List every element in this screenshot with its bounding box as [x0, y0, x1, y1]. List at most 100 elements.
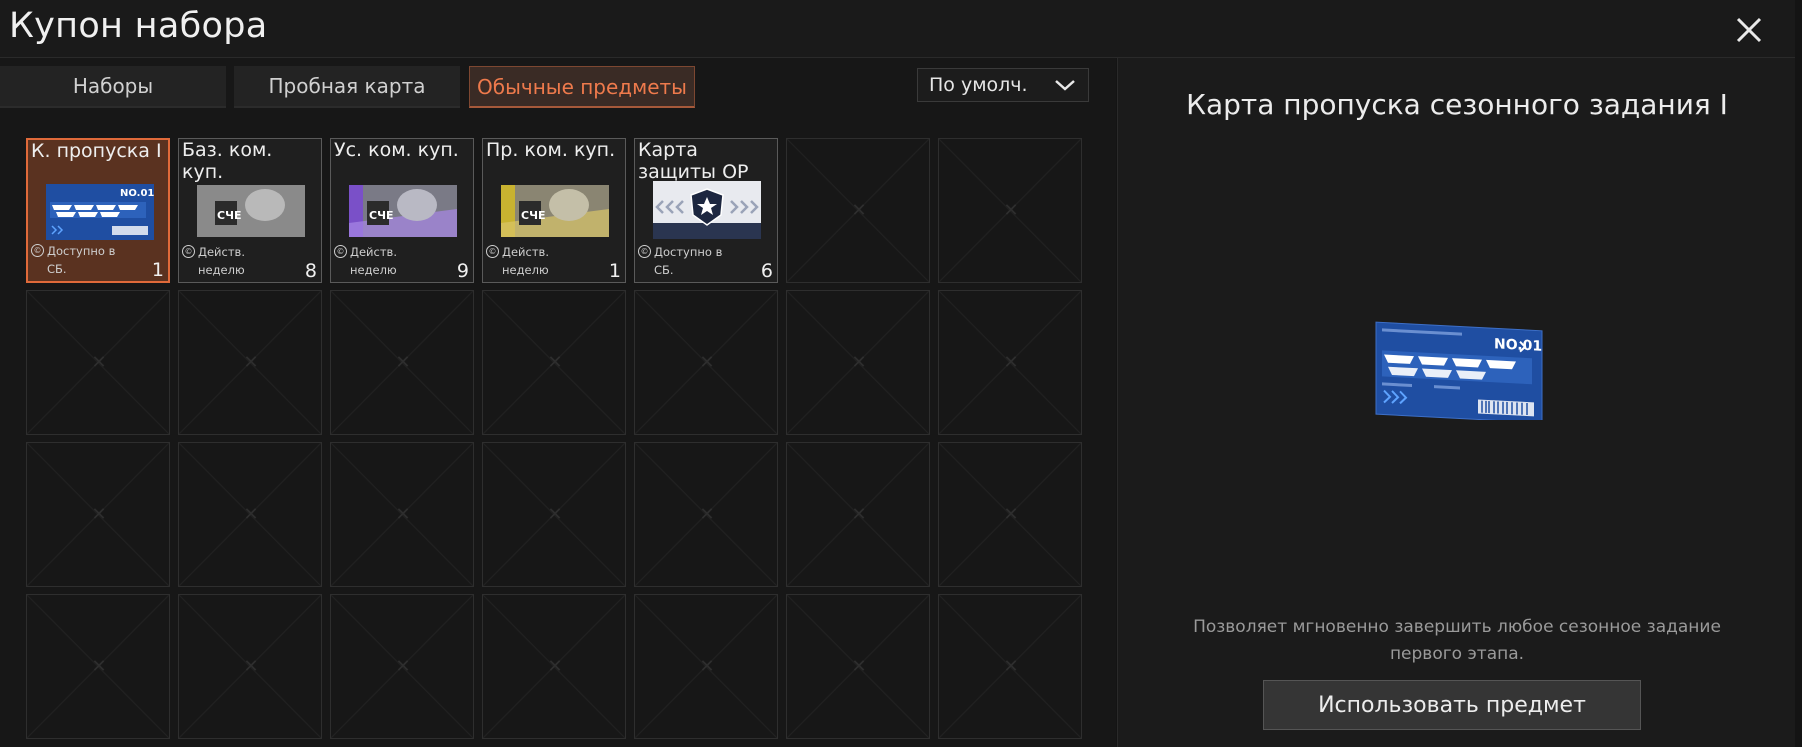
empty-slot: ✕: [178, 290, 322, 435]
empty-slot-icon: ✕: [851, 504, 867, 525]
close-icon: [1736, 17, 1762, 43]
empty-slot: ✕: [938, 594, 1082, 739]
item-count: 1: [151, 259, 164, 281]
item-status-text: Действ. неделю: [198, 245, 245, 277]
season-pass-card-icon: NO.01: [1375, 321, 1543, 420]
item-status-text: Доступно в СБ.: [47, 244, 116, 276]
svg-text:NO.01: NO.01: [1494, 336, 1542, 355]
empty-slot-icon: ✕: [243, 352, 259, 373]
svg-text:NO.01: NO.01: [120, 188, 154, 199]
empty-slot-icon: ✕: [851, 352, 867, 373]
use-item-button[interactable]: Использовать предмет: [1263, 680, 1641, 730]
item-name: Баз. ком. куп.: [182, 139, 273, 183]
empty-slot-icon: ✕: [91, 352, 107, 373]
empty-slot-icon: ✕: [91, 504, 107, 525]
empty-slot: ✕: [26, 442, 170, 587]
item-count: 6: [760, 260, 773, 282]
inventory-item[interactable]: К. пропуска I NO.01 © Доступно в СБ. 1: [26, 138, 170, 283]
page-title: Купон набора: [9, 6, 268, 46]
command-coupon-purple-icon: СЧЕ: [349, 185, 457, 237]
detail-description: Позволяет мгновенно завершить любое сезо…: [1193, 617, 1721, 664]
empty-slot-icon: ✕: [699, 352, 715, 373]
inventory-item[interactable]: Ус. ком. куп. СЧЕ © Действ. неделю 9: [330, 138, 474, 283]
empty-slot-icon: ✕: [547, 504, 563, 525]
item-count: 9: [456, 260, 469, 282]
empty-slot-icon: ✕: [1003, 200, 1019, 221]
tab-regular-items[interactable]: Обычные предметы: [469, 66, 695, 108]
empty-slot: ✕: [178, 442, 322, 587]
item-status-text: Действ. неделю: [350, 245, 397, 277]
empty-slot-icon: ✕: [699, 656, 715, 677]
empty-slot: ✕: [786, 138, 930, 283]
empty-slot: ✕: [482, 594, 626, 739]
empty-slot-icon: ✕: [243, 656, 259, 677]
empty-slot: ✕: [634, 594, 778, 739]
empty-slot-icon: ✕: [395, 656, 411, 677]
close-button[interactable]: [1729, 10, 1769, 50]
empty-slot-icon: ✕: [547, 656, 563, 677]
empty-slot-icon: ✕: [699, 504, 715, 525]
item-name: К. пропуска I: [31, 140, 162, 162]
item-status-text: Действ. неделю: [502, 245, 549, 277]
empty-slot: ✕: [938, 442, 1082, 587]
season-pass-card-icon: NO.01: [46, 184, 154, 240]
item-count: 1: [608, 260, 621, 282]
item-name: Ус. ком. куп.: [334, 139, 459, 161]
item-status: © Действ. неделю: [334, 243, 440, 279]
empty-slot: ✕: [26, 290, 170, 435]
empty-slot-icon: ✕: [1003, 504, 1019, 525]
empty-slot: ✕: [786, 290, 930, 435]
item-name: Карта защиты ОР: [638, 139, 749, 183]
item-count: 8: [304, 260, 317, 282]
inventory-item[interactable]: Карта защиты ОР © Доступно в СБ. 6: [634, 138, 778, 283]
empty-slot-icon: ✕: [91, 656, 107, 677]
clock-icon: ©: [31, 244, 44, 257]
empty-slot-icon: ✕: [851, 656, 867, 677]
empty-slot: ✕: [330, 594, 474, 739]
clock-icon: ©: [182, 245, 195, 258]
tab-trial-card[interactable]: Пробная карта: [234, 66, 460, 108]
empty-slot-icon: ✕: [547, 352, 563, 373]
item-status: © Доступно в СБ.: [31, 242, 137, 278]
empty-slot: ✕: [786, 442, 930, 587]
empty-slot: ✕: [482, 290, 626, 435]
empty-slot: ✕: [330, 442, 474, 587]
item-status-text: Доступно в СБ.: [654, 245, 723, 277]
clock-icon: ©: [486, 245, 499, 258]
empty-slot: ✕: [26, 594, 170, 739]
empty-slot: ✕: [178, 594, 322, 739]
inventory-panel: Наборы Пробная карта Обычные предметы По…: [0, 58, 1116, 747]
inventory-item[interactable]: Пр. ком. куп. СЧЕ © Действ. неделю 1: [482, 138, 626, 283]
clock-icon: ©: [638, 245, 651, 258]
empty-slot-icon: ✕: [1003, 656, 1019, 677]
empty-slot: ✕: [634, 442, 778, 587]
svg-text:СЧЕ: СЧЕ: [217, 209, 241, 222]
sort-dropdown[interactable]: По умолч.: [917, 68, 1089, 102]
item-grid: К. пропуска I NO.01 © Доступно в СБ. 1 Баз. к…: [0, 138, 1116, 747]
svg-text:СЧЕ: СЧЕ: [521, 209, 545, 222]
empty-slot: ✕: [938, 138, 1082, 283]
empty-slot-icon: ✕: [395, 504, 411, 525]
command-coupon-gold-icon: СЧЕ: [501, 185, 609, 237]
detail-title: Карта пропуска сезонного задания I: [1186, 88, 1728, 121]
command-coupon-grey-icon: СЧЕ: [197, 185, 305, 237]
empty-slot-icon: ✕: [851, 200, 867, 221]
empty-slot: ✕: [938, 290, 1082, 435]
empty-slot-icon: ✕: [395, 352, 411, 373]
tab-sets[interactable]: Наборы: [0, 66, 226, 108]
header-bar: Купон набора: [0, 0, 1795, 58]
item-detail-panel: Карта пропуска сезонного задания I NO.01…: [1117, 58, 1795, 747]
clock-icon: ©: [334, 245, 347, 258]
empty-slot: ✕: [786, 594, 930, 739]
empty-slot: ✕: [482, 442, 626, 587]
empty-slot-icon: ✕: [243, 504, 259, 525]
inventory-item[interactable]: Баз. ком. куп. СЧЕ © Действ. неделю 8: [178, 138, 322, 283]
sort-selected-value: По умолч.: [929, 74, 1028, 96]
chevron-down-icon: [1055, 80, 1075, 91]
svg-text:СЧЕ: СЧЕ: [369, 209, 393, 222]
item-status: © Действ. неделю: [182, 243, 288, 279]
empty-slot: ✕: [330, 290, 474, 435]
protection-card-icon: [653, 181, 761, 239]
empty-slot-icon: ✕: [1003, 352, 1019, 373]
item-name: Пр. ком. куп.: [486, 139, 616, 161]
